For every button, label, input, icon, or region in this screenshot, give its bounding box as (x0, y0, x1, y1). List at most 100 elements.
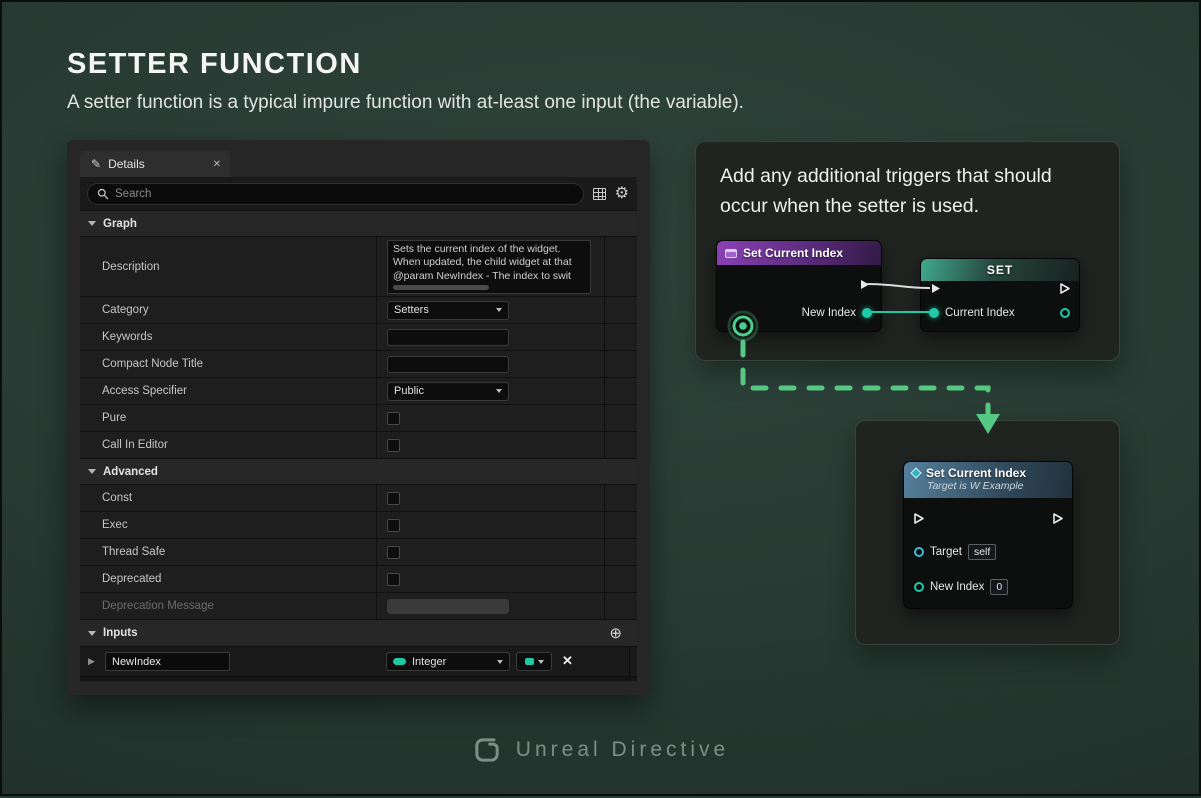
node-set-current-index-function[interactable]: Set Current Index Target is W Example Ta… (903, 461, 1073, 609)
remove-input-icon[interactable]: ✕ (562, 653, 573, 669)
search-input[interactable] (115, 188, 574, 200)
container-type-dropdown[interactable] (516, 652, 552, 671)
row-label: Call In Editor (80, 432, 376, 458)
reset-column (604, 485, 637, 511)
keywords-input[interactable] (387, 329, 509, 346)
pin-label: Target (930, 546, 962, 558)
row-deprecation-message: Deprecation Message (80, 593, 637, 620)
exec-output-pin[interactable] (858, 278, 871, 291)
reset-column (604, 351, 637, 377)
callout-text: Add any additional triggers that should … (720, 161, 1104, 221)
footer-brand: Unreal Directive (2, 735, 1199, 765)
row-label: Category (80, 297, 376, 323)
pure-checkbox[interactable] (387, 412, 400, 425)
current-index-output-pin[interactable] (1060, 308, 1070, 318)
row-label: Access Specifier (80, 378, 376, 404)
reset-column (604, 237, 637, 296)
input-type-dropdown[interactable]: Integer (386, 652, 510, 671)
row-label: Exec (80, 512, 376, 538)
reset-column (604, 378, 637, 404)
row-label: Compact Node Title (80, 351, 376, 377)
page-subtitle: A setter function is a typical impure fu… (67, 92, 744, 114)
thread-safe-checkbox[interactable] (387, 546, 400, 559)
reset-column (604, 432, 637, 458)
row-pure: Pure (80, 405, 637, 432)
row-thread-safe: Thread Safe (80, 539, 637, 566)
chevron-down-icon (496, 389, 502, 393)
new-index-input-pin[interactable] (914, 582, 924, 592)
details-panel: ✎ Details ✕ ⚙ Graph Description (67, 140, 650, 695)
chevron-down-icon (496, 308, 502, 312)
access-specifier-dropdown[interactable]: Public (387, 382, 509, 401)
section-header-advanced[interactable]: Advanced (80, 459, 637, 485)
category-dropdown[interactable]: Setters (387, 301, 509, 320)
node-title: SET (987, 263, 1013, 277)
pin-label: New Index (930, 581, 984, 593)
exec-output-pin[interactable] (1058, 282, 1071, 295)
deprecated-checkbox[interactable] (387, 573, 400, 586)
new-index-pin[interactable] (862, 308, 872, 318)
row-label: Deprecation Message (80, 593, 376, 619)
exec-input-pin[interactable] (912, 512, 925, 525)
chevron-down-icon (497, 660, 503, 664)
page-title: SETTER FUNCTION (67, 48, 362, 81)
exec-output-pin[interactable] (1051, 512, 1064, 525)
row-call-in-editor: Call In Editor (80, 432, 637, 459)
new-index-value-box[interactable]: 0 (990, 579, 1008, 595)
current-index-input-pin[interactable] (929, 308, 939, 318)
node-set-variable[interactable]: SET Current Index (920, 258, 1080, 332)
row-label: Thread Safe (80, 539, 376, 565)
reset-column (604, 539, 637, 565)
row-description: Description Sets the current index of th… (80, 237, 637, 297)
reset-column (604, 512, 637, 538)
single-container-icon (525, 658, 534, 665)
search-icon (97, 188, 109, 200)
input-name-field[interactable]: NewIndex (105, 652, 230, 671)
section-label: Advanced (103, 466, 158, 478)
chevron-down-icon (538, 660, 544, 664)
settings-gear-icon[interactable]: ⚙ (615, 186, 629, 202)
section-header-inputs[interactable]: Inputs ⊕ (80, 620, 637, 647)
chevron-down-icon (88, 221, 96, 226)
pin-label: Current Index (945, 307, 1015, 319)
call-in-editor-checkbox[interactable] (387, 439, 400, 452)
node-header: Set Current Index Target is W Example (904, 462, 1072, 498)
node-title: Set Current Index (743, 246, 843, 260)
compact-node-title-input[interactable] (387, 356, 509, 373)
details-content: ⚙ Graph Description Sets the current ind… (80, 177, 637, 681)
reset-column (604, 324, 637, 350)
description-text: Sets the current index of the widget. Wh… (393, 243, 585, 284)
chevron-down-icon (88, 469, 96, 474)
deprecation-message-input (387, 599, 509, 614)
exec-input-pin[interactable] (929, 282, 942, 295)
reset-column (604, 566, 637, 592)
row-label: Const (80, 485, 376, 511)
const-checkbox[interactable] (387, 492, 400, 505)
reset-column (604, 297, 637, 323)
pin-label: New Index (802, 307, 856, 319)
node-header: Set Current Index (717, 241, 881, 265)
view-options-icon[interactable] (593, 188, 606, 200)
unreal-directive-logo (472, 735, 502, 765)
tab-close-icon[interactable]: ✕ (213, 159, 221, 170)
description-textbox[interactable]: Sets the current index of the widget. Wh… (387, 240, 591, 294)
row-access-specifier: Access Specifier Public (80, 378, 637, 405)
description-scrollbar[interactable] (393, 285, 489, 290)
exec-checkbox[interactable] (387, 519, 400, 532)
reset-column (604, 593, 637, 619)
pin-row-new-index: New Index (802, 305, 872, 321)
pin-row-target: Target self (914, 544, 996, 560)
add-input-icon[interactable]: ⊕ (609, 624, 622, 642)
target-value-box[interactable]: self (968, 544, 996, 560)
callout-card-bottom: Set Current Index Target is W Example Ta… (855, 420, 1120, 645)
tab-label: Details (108, 157, 145, 171)
expander-icon[interactable]: ▶ (88, 656, 95, 667)
section-header-graph[interactable]: Graph (80, 211, 637, 237)
search-box[interactable] (87, 183, 584, 205)
node-title: Set Current Index (926, 466, 1026, 480)
node-subtitle: Target is W Example (912, 480, 1064, 492)
reset-column (604, 405, 637, 431)
target-input-pin[interactable] (914, 547, 924, 557)
tab-details[interactable]: ✎ Details ✕ (80, 151, 230, 177)
node-set-current-index[interactable]: Set Current Index New Index (716, 240, 882, 332)
